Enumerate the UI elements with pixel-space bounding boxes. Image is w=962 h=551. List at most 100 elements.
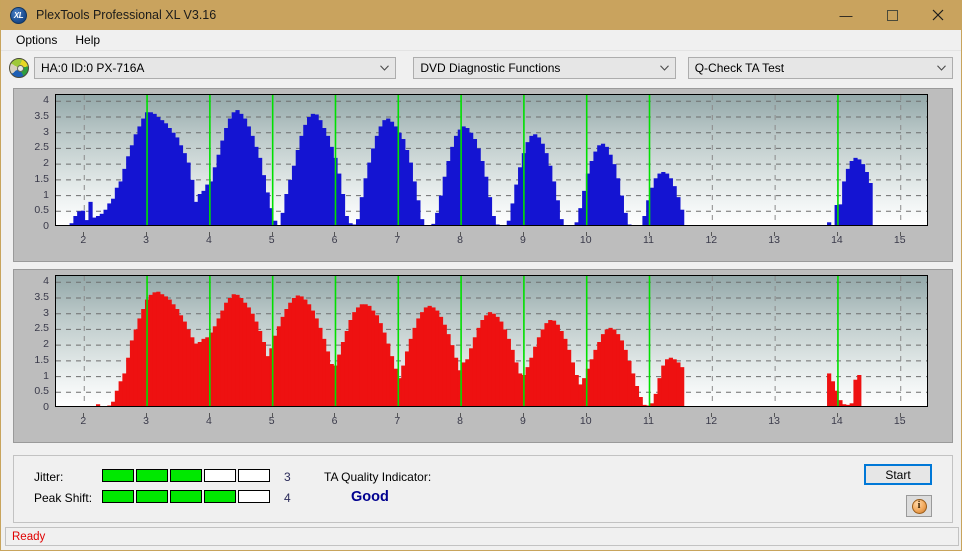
ta-quality-value: Good bbox=[351, 489, 389, 505]
chart-bar bbox=[484, 315, 489, 406]
chart-bar bbox=[386, 118, 391, 225]
test-select-value: Q-Check TA Test bbox=[694, 60, 785, 75]
chart-bar bbox=[555, 324, 560, 406]
chart-bar bbox=[435, 212, 440, 225]
maximize-button[interactable] bbox=[869, 0, 915, 30]
chart-bar bbox=[337, 354, 342, 406]
menu-bar: Options Help bbox=[1, 30, 961, 51]
start-button[interactable]: Start bbox=[864, 464, 932, 485]
chart-bar bbox=[201, 338, 206, 406]
x-tick-mark bbox=[397, 232, 399, 236]
chart-bar bbox=[487, 312, 493, 406]
chart-bar bbox=[261, 342, 266, 406]
x-tick-mark bbox=[83, 232, 85, 236]
chart-bar bbox=[99, 213, 104, 225]
menu-item-options[interactable]: Options bbox=[8, 31, 65, 49]
chart-bar bbox=[472, 337, 478, 406]
chart-bar bbox=[250, 135, 255, 225]
chart-bar bbox=[137, 126, 142, 225]
chart-bar bbox=[487, 197, 493, 225]
chart-bar bbox=[404, 351, 410, 406]
jitter-chart-x-axis: 2 3 4 5 6 7 8 9 10 11 12 13 14 15 bbox=[55, 232, 928, 252]
info-button[interactable]: i bbox=[906, 495, 932, 517]
chart-bar bbox=[190, 337, 195, 406]
chart-bar bbox=[122, 168, 127, 225]
chart-bar bbox=[325, 351, 331, 406]
chart-bar bbox=[258, 331, 263, 406]
chart-bar bbox=[438, 195, 444, 225]
chart-bar bbox=[224, 302, 229, 406]
chart-bar bbox=[510, 203, 515, 225]
chart-bar bbox=[148, 112, 153, 225]
x-tick-mark bbox=[585, 232, 587, 236]
chart-bar bbox=[634, 386, 640, 406]
chart-bar bbox=[329, 364, 334, 406]
chart-bar bbox=[182, 153, 187, 225]
x-tick-mark bbox=[648, 232, 650, 236]
chart-bar bbox=[393, 126, 398, 225]
chart-bar bbox=[163, 123, 169, 225]
x-tick-mark bbox=[522, 232, 524, 236]
title-bar: XL PlexTools Professional XL V3.16 — bbox=[1, 0, 961, 30]
chart-bar bbox=[111, 401, 116, 406]
jitter-chart-plot bbox=[55, 94, 928, 226]
chart-bar bbox=[665, 173, 670, 225]
chart-bar bbox=[838, 400, 843, 406]
y-tick-label: 3 bbox=[43, 306, 49, 319]
chart-bar bbox=[431, 307, 436, 406]
function-select[interactable]: DVD Diagnostic Functions bbox=[413, 56, 676, 79]
chart-bar bbox=[442, 324, 447, 406]
chart-bar bbox=[314, 114, 319, 225]
chart-bar bbox=[570, 362, 575, 406]
chart-bar bbox=[499, 225, 503, 226]
chart-bar bbox=[133, 329, 138, 406]
chart-bar bbox=[551, 181, 557, 225]
chart-bar bbox=[382, 120, 387, 225]
function-select-value: DVD Diagnostic Functions bbox=[420, 60, 561, 75]
info-icon: i bbox=[911, 498, 927, 514]
drive-select[interactable]: HA:0 ID:0 PX-716A bbox=[34, 56, 397, 79]
chart-bar bbox=[201, 190, 206, 225]
chart-bar bbox=[627, 224, 632, 225]
chart-bar bbox=[276, 326, 282, 406]
chart-bar bbox=[111, 198, 116, 225]
y-tick-label: 1 bbox=[43, 188, 49, 201]
chart-bar bbox=[657, 378, 662, 406]
chart-bar bbox=[680, 367, 685, 406]
x-tick-mark bbox=[522, 413, 524, 417]
chart-bar bbox=[337, 173, 342, 225]
chart-bar bbox=[484, 176, 489, 225]
chart-bar bbox=[548, 320, 553, 406]
chart-bar bbox=[156, 291, 161, 406]
x-tick-mark bbox=[146, 413, 148, 417]
chart-bar bbox=[536, 337, 542, 406]
chart-bar bbox=[597, 145, 602, 225]
chart-bar bbox=[382, 332, 387, 406]
chart-bar bbox=[216, 318, 221, 406]
chart-bar bbox=[322, 338, 327, 406]
test-select[interactable]: Q-Check TA Test bbox=[687, 56, 953, 79]
chart-bar bbox=[88, 201, 93, 225]
chart-bar bbox=[404, 150, 410, 225]
chevron-down-icon bbox=[659, 64, 669, 71]
chart-bar bbox=[506, 220, 511, 225]
chart-bar bbox=[178, 145, 184, 225]
close-button[interactable] bbox=[915, 0, 961, 30]
chart-bar bbox=[277, 225, 281, 226]
chart-bar bbox=[288, 302, 293, 406]
minimize-button[interactable]: — bbox=[823, 0, 869, 30]
meter-cell bbox=[102, 469, 134, 482]
chart-bar bbox=[518, 167, 523, 225]
toolbar: HA:0 ID:0 PX-716A DVD Diagnostic Functio… bbox=[1, 51, 961, 83]
chart-bar bbox=[533, 134, 538, 225]
chart-bar bbox=[182, 321, 187, 406]
chart-bar bbox=[227, 118, 233, 225]
menu-item-help[interactable]: Help bbox=[67, 31, 108, 49]
chart-bar bbox=[649, 187, 655, 225]
chart-bar bbox=[197, 194, 202, 225]
chart-bar bbox=[77, 211, 82, 225]
chart-bar bbox=[642, 404, 647, 406]
chart-bar bbox=[171, 304, 176, 406]
chart-bar bbox=[502, 329, 508, 406]
chart-bar bbox=[450, 146, 455, 225]
